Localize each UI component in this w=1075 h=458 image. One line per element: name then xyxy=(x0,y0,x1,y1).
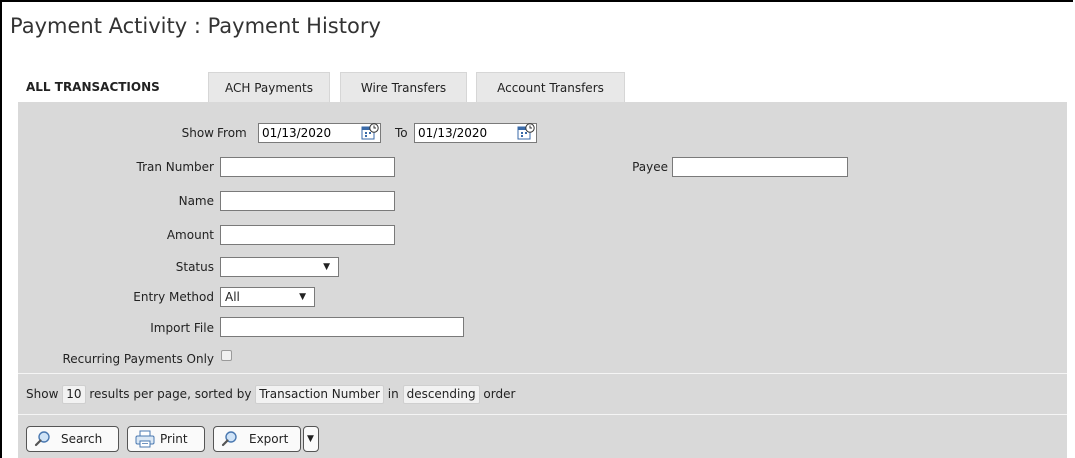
chevron-down-icon: ▼ xyxy=(323,262,330,272)
dropdown-arrow-icon: ▼ xyxy=(307,434,314,444)
tab-ach-payments[interactable]: ACH Payments xyxy=(208,72,330,102)
show-label: Show xyxy=(181,126,214,140)
chevron-down-icon: ▼ xyxy=(299,292,306,302)
search-button[interactable]: Search xyxy=(26,426,119,452)
payee-label: Payee xyxy=(632,160,668,174)
export-dropdown-button[interactable]: ▼ xyxy=(303,426,319,452)
calendar-icon[interactable] xyxy=(517,123,535,141)
export-button-label: Export xyxy=(249,432,289,446)
printer-icon xyxy=(135,430,155,448)
tran-number-input[interactable] xyxy=(220,157,395,177)
sort-results-text: results per page, sorted by xyxy=(89,387,252,401)
magnifier-icon xyxy=(34,431,50,447)
entry-method-label: Entry Method xyxy=(133,290,214,304)
tran-number-label: Tran Number xyxy=(136,160,214,174)
name-label: Name xyxy=(178,194,214,208)
print-button[interactable]: Print xyxy=(127,426,205,452)
name-input[interactable] xyxy=(220,191,395,211)
status-label: Status xyxy=(175,260,214,274)
calendar-icon[interactable] xyxy=(361,123,379,141)
search-button-label: Search xyxy=(61,432,103,446)
entry-method-select[interactable]: All ▼ xyxy=(220,287,315,307)
sort-show-text: Show xyxy=(26,387,59,401)
sort-order-select[interactable]: descending xyxy=(402,385,480,404)
payee-input[interactable] xyxy=(672,157,848,177)
divider xyxy=(18,373,1067,374)
page-title: Payment Activity : Payment History xyxy=(10,14,381,38)
from-label: From xyxy=(217,126,247,140)
status-select[interactable]: ▼ xyxy=(220,257,339,277)
per-page-select[interactable]: 10 xyxy=(62,385,86,404)
tab-account-transfers[interactable]: Account Transfers xyxy=(476,72,625,102)
search-panel: Show From To Tran Number Payee Name Amou… xyxy=(18,102,1067,458)
entry-method-value: All xyxy=(225,290,240,304)
sort-in-text: in xyxy=(387,387,399,401)
magnifier-icon xyxy=(221,431,237,447)
recurring-label: Recurring Payments Only xyxy=(62,352,215,366)
import-file-input[interactable] xyxy=(220,317,464,337)
sort-options: Show 10 results per page, sorted by Tran… xyxy=(26,385,515,404)
divider xyxy=(18,414,1067,415)
tab-all-transactions[interactable]: ALL TRANSACTIONS xyxy=(18,72,198,102)
tab-wire-transfers[interactable]: Wire Transfers xyxy=(340,72,467,102)
sort-order-text: order xyxy=(483,387,516,401)
amount-input[interactable] xyxy=(220,225,395,245)
print-button-label: Print xyxy=(160,432,188,446)
sort-field-select[interactable]: Transaction Number xyxy=(255,385,384,404)
amount-label: Amount xyxy=(166,228,214,242)
recurring-checkbox[interactable] xyxy=(221,350,232,361)
import-file-label: Import File xyxy=(150,321,214,335)
to-label: To xyxy=(395,126,408,140)
export-button[interactable]: Export xyxy=(213,426,301,452)
